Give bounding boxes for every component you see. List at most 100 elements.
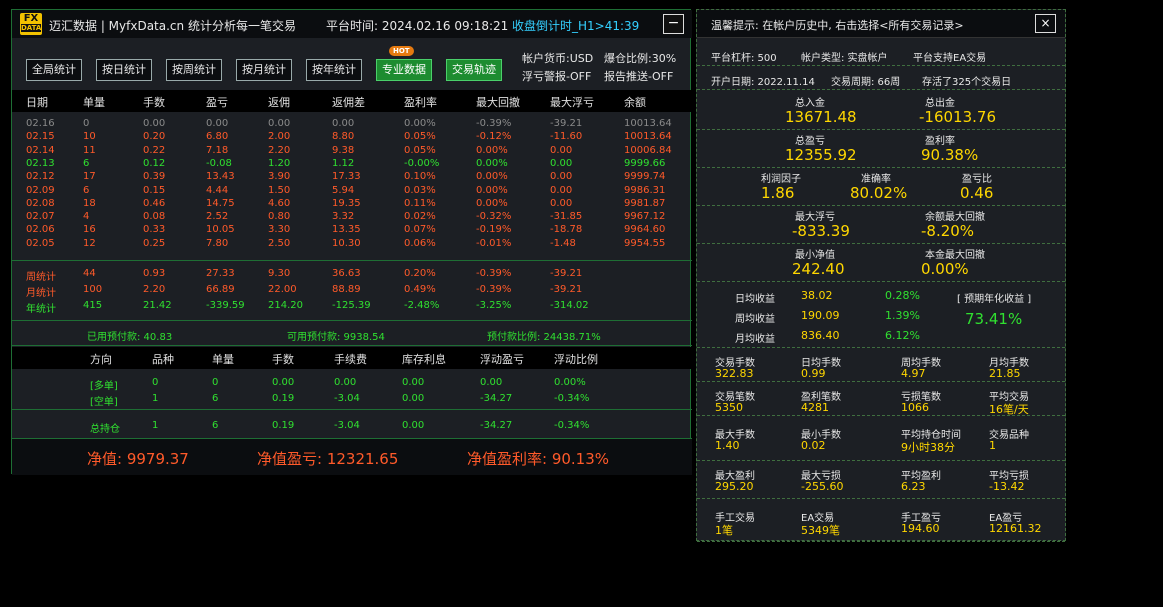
fxdata-logo: FX DATA [20, 13, 42, 35]
daily-row: 02.12 17 0.39 13.43 3.90 17.33 0.10% 0.00% 0.00 9… [12, 171, 692, 184]
daily-header-cell: 手数 [143, 96, 165, 109]
daily-cell: 9981.87 [624, 197, 666, 209]
global-stats-button[interactable]: 全局统计 [26, 59, 82, 81]
stat-value: 322.83 [715, 367, 754, 380]
yearly-stats-button[interactable]: 按年统计 [306, 59, 362, 81]
summary-cell: 66.89 [206, 284, 235, 295]
max-float-label: 最大浮亏 [795, 212, 835, 223]
daily-cell: 0.00 [550, 171, 573, 183]
drawdown-block: 最大浮亏 -833.39 余额最大回撤 -8.20% [697, 206, 1065, 244]
average-gain-block: 日均收益 38.02 0.28% 周均收益 190.09 1.39% 月均收益 … [697, 282, 1065, 348]
toolbar: 全局统计 按日统计 按周统计 按月统计 按年统计 专业数据 HOT 交易轨迹 帐… [12, 43, 692, 91]
summary-cell: -125.39 [332, 300, 371, 311]
survival-days: 存活了325个交易日 [922, 77, 1012, 88]
weekly-stats-button[interactable]: 按周统计 [166, 59, 222, 81]
summary-cell: -39.21 [550, 284, 583, 295]
trade-track-button[interactable]: 交易轨迹 [446, 59, 502, 81]
withdraw-label: 总出金 [925, 98, 955, 109]
report-push: 报告推送-OFF [604, 70, 674, 83]
max-dd-label: 余额最大回撤 [925, 212, 985, 223]
daily-cell: 9999.66 [624, 157, 666, 169]
account-currency: 帐户货币:USD [522, 52, 594, 65]
float-loss-alert: 浮亏警报-OFF [522, 70, 592, 83]
open-date: 开户日期: 2022.11.14 [711, 77, 815, 88]
summary-cell: 36.63 [332, 268, 361, 279]
daily-cell: 10006.84 [624, 144, 672, 156]
daily-cell: 0.00% [476, 184, 508, 196]
account-info-line: 平台杠杆: 500 帐户类型: 实盘帐户 平台支持EA交易 [697, 44, 1065, 66]
profit-rate-label: 盈利率 [925, 136, 955, 147]
profit-label: 总盈亏 [795, 136, 825, 147]
daily-cell: 02.06 [26, 224, 55, 236]
account-age-line: 开户日期: 2022.11.14 交易周期: 66周 存活了325个交易日 [697, 68, 1065, 90]
daily-cell: 17.33 [332, 171, 361, 183]
summary-cell: -339.59 [206, 300, 245, 311]
daily-cell: 0.06% [404, 237, 436, 249]
stat-value: 4.97 [901, 367, 926, 380]
stats-row: 手工交易 1笔 EA交易 5349笔 手工盈亏 194.60 EA盈亏 12161.32 [697, 499, 1065, 542]
daily-cell: 9986.31 [624, 184, 666, 196]
daily-cell: 0.10% [404, 171, 436, 183]
daily-cell: 4.44 [206, 184, 229, 196]
close-button[interactable]: × [1035, 14, 1056, 33]
daily-cell: 9999.74 [624, 171, 666, 183]
minimize-button[interactable]: − [663, 14, 684, 34]
stat-value: 295.20 [715, 480, 754, 493]
daily-row: 02.13 6 0.12 -0.08 1.20 1.12 -0.00% 0.00% 0.00 99… [12, 158, 692, 171]
daily-header-cell: 返佣 [268, 96, 290, 109]
max-float-loss: -833.39 [792, 222, 850, 240]
capital-max-drawdown: 0.00% [921, 260, 969, 278]
daily-stats-button[interactable]: 按日统计 [96, 59, 152, 81]
stat-value: 1 [989, 439, 996, 452]
daily-cell: 0.11% [404, 197, 436, 209]
stat-value: 6.23 [901, 480, 926, 493]
summary-cell: 周统计 [26, 272, 56, 283]
daily-cell: 0.39 [143, 171, 166, 183]
pro-data-button[interactable]: 专业数据 [376, 59, 432, 81]
daily-cell: 0.05% [404, 144, 436, 156]
margin-call-ratio: 爆仓比例:30% [604, 52, 677, 65]
position-cell: 0 [152, 377, 159, 388]
position-header-cell: 手数 [272, 353, 294, 366]
daily-cell: 3.32 [332, 211, 355, 223]
available-prepayment: 可用预付款: 9938.54 [287, 332, 385, 343]
total-cell: -0.34% [554, 420, 590, 431]
total-deposit: 13671.48 [785, 108, 857, 126]
daily-cell: 2.00 [268, 131, 291, 143]
daily-cell: 10013.64 [624, 131, 672, 143]
daily-cell: 02.12 [26, 171, 55, 183]
profit-factor: 1.86 [761, 184, 795, 202]
pl-ratio-label: 盈亏比 [962, 174, 992, 185]
position-cell: 0 [212, 377, 219, 388]
position-header-cell: 浮动比例 [554, 353, 598, 366]
tip-bar: 温馨提示: 在帐户历史中, 右击选择<所有交易记录> × [697, 10, 1065, 38]
daily-cell: 0.02% [404, 211, 436, 223]
monthly-gain: 836.40 [801, 329, 840, 342]
profit-factor-label: 利润因子 [761, 174, 801, 185]
position-cell: -34.27 [480, 393, 513, 404]
daily-cell: 0.00 [206, 118, 229, 129]
daily-cell: 02.15 [26, 131, 55, 143]
daily-header-cell: 盈亏 [206, 96, 228, 109]
monthly-stats-button[interactable]: 按月统计 [236, 59, 292, 81]
monthly-gain-label: 月均收益 [735, 334, 775, 345]
daily-cell: -18.78 [550, 224, 583, 236]
account-type: 帐户类型: 实盘帐户 [801, 53, 888, 64]
summary-cell: -2.48% [404, 300, 440, 311]
stat-value: 12161.32 [989, 522, 1042, 535]
statistics-panel: FX DATA 迈汇数据 | MyfxData.cn 统计分析每一笔交易 平台时… [11, 9, 692, 475]
position-cell: [空单] [90, 397, 118, 408]
daily-header-cell: 日期 [26, 96, 48, 109]
total-profit: 12355.92 [785, 146, 857, 164]
summary-cell: 21.42 [143, 300, 172, 311]
min-equity: 242.40 [792, 260, 845, 278]
position-cell: [多单] [90, 381, 118, 392]
position-header-cell: 浮动盈亏 [480, 353, 524, 366]
daily-cell: 2.20 [268, 144, 291, 156]
stat-value: 5349笔 [801, 524, 840, 537]
summary-cell: 0.20% [404, 268, 436, 279]
total-cell: 0.19 [272, 420, 295, 431]
position-cell: 0.19 [272, 393, 295, 404]
daily-cell: 0.00% [476, 197, 508, 209]
total-cell: 总持仓 [90, 424, 120, 435]
